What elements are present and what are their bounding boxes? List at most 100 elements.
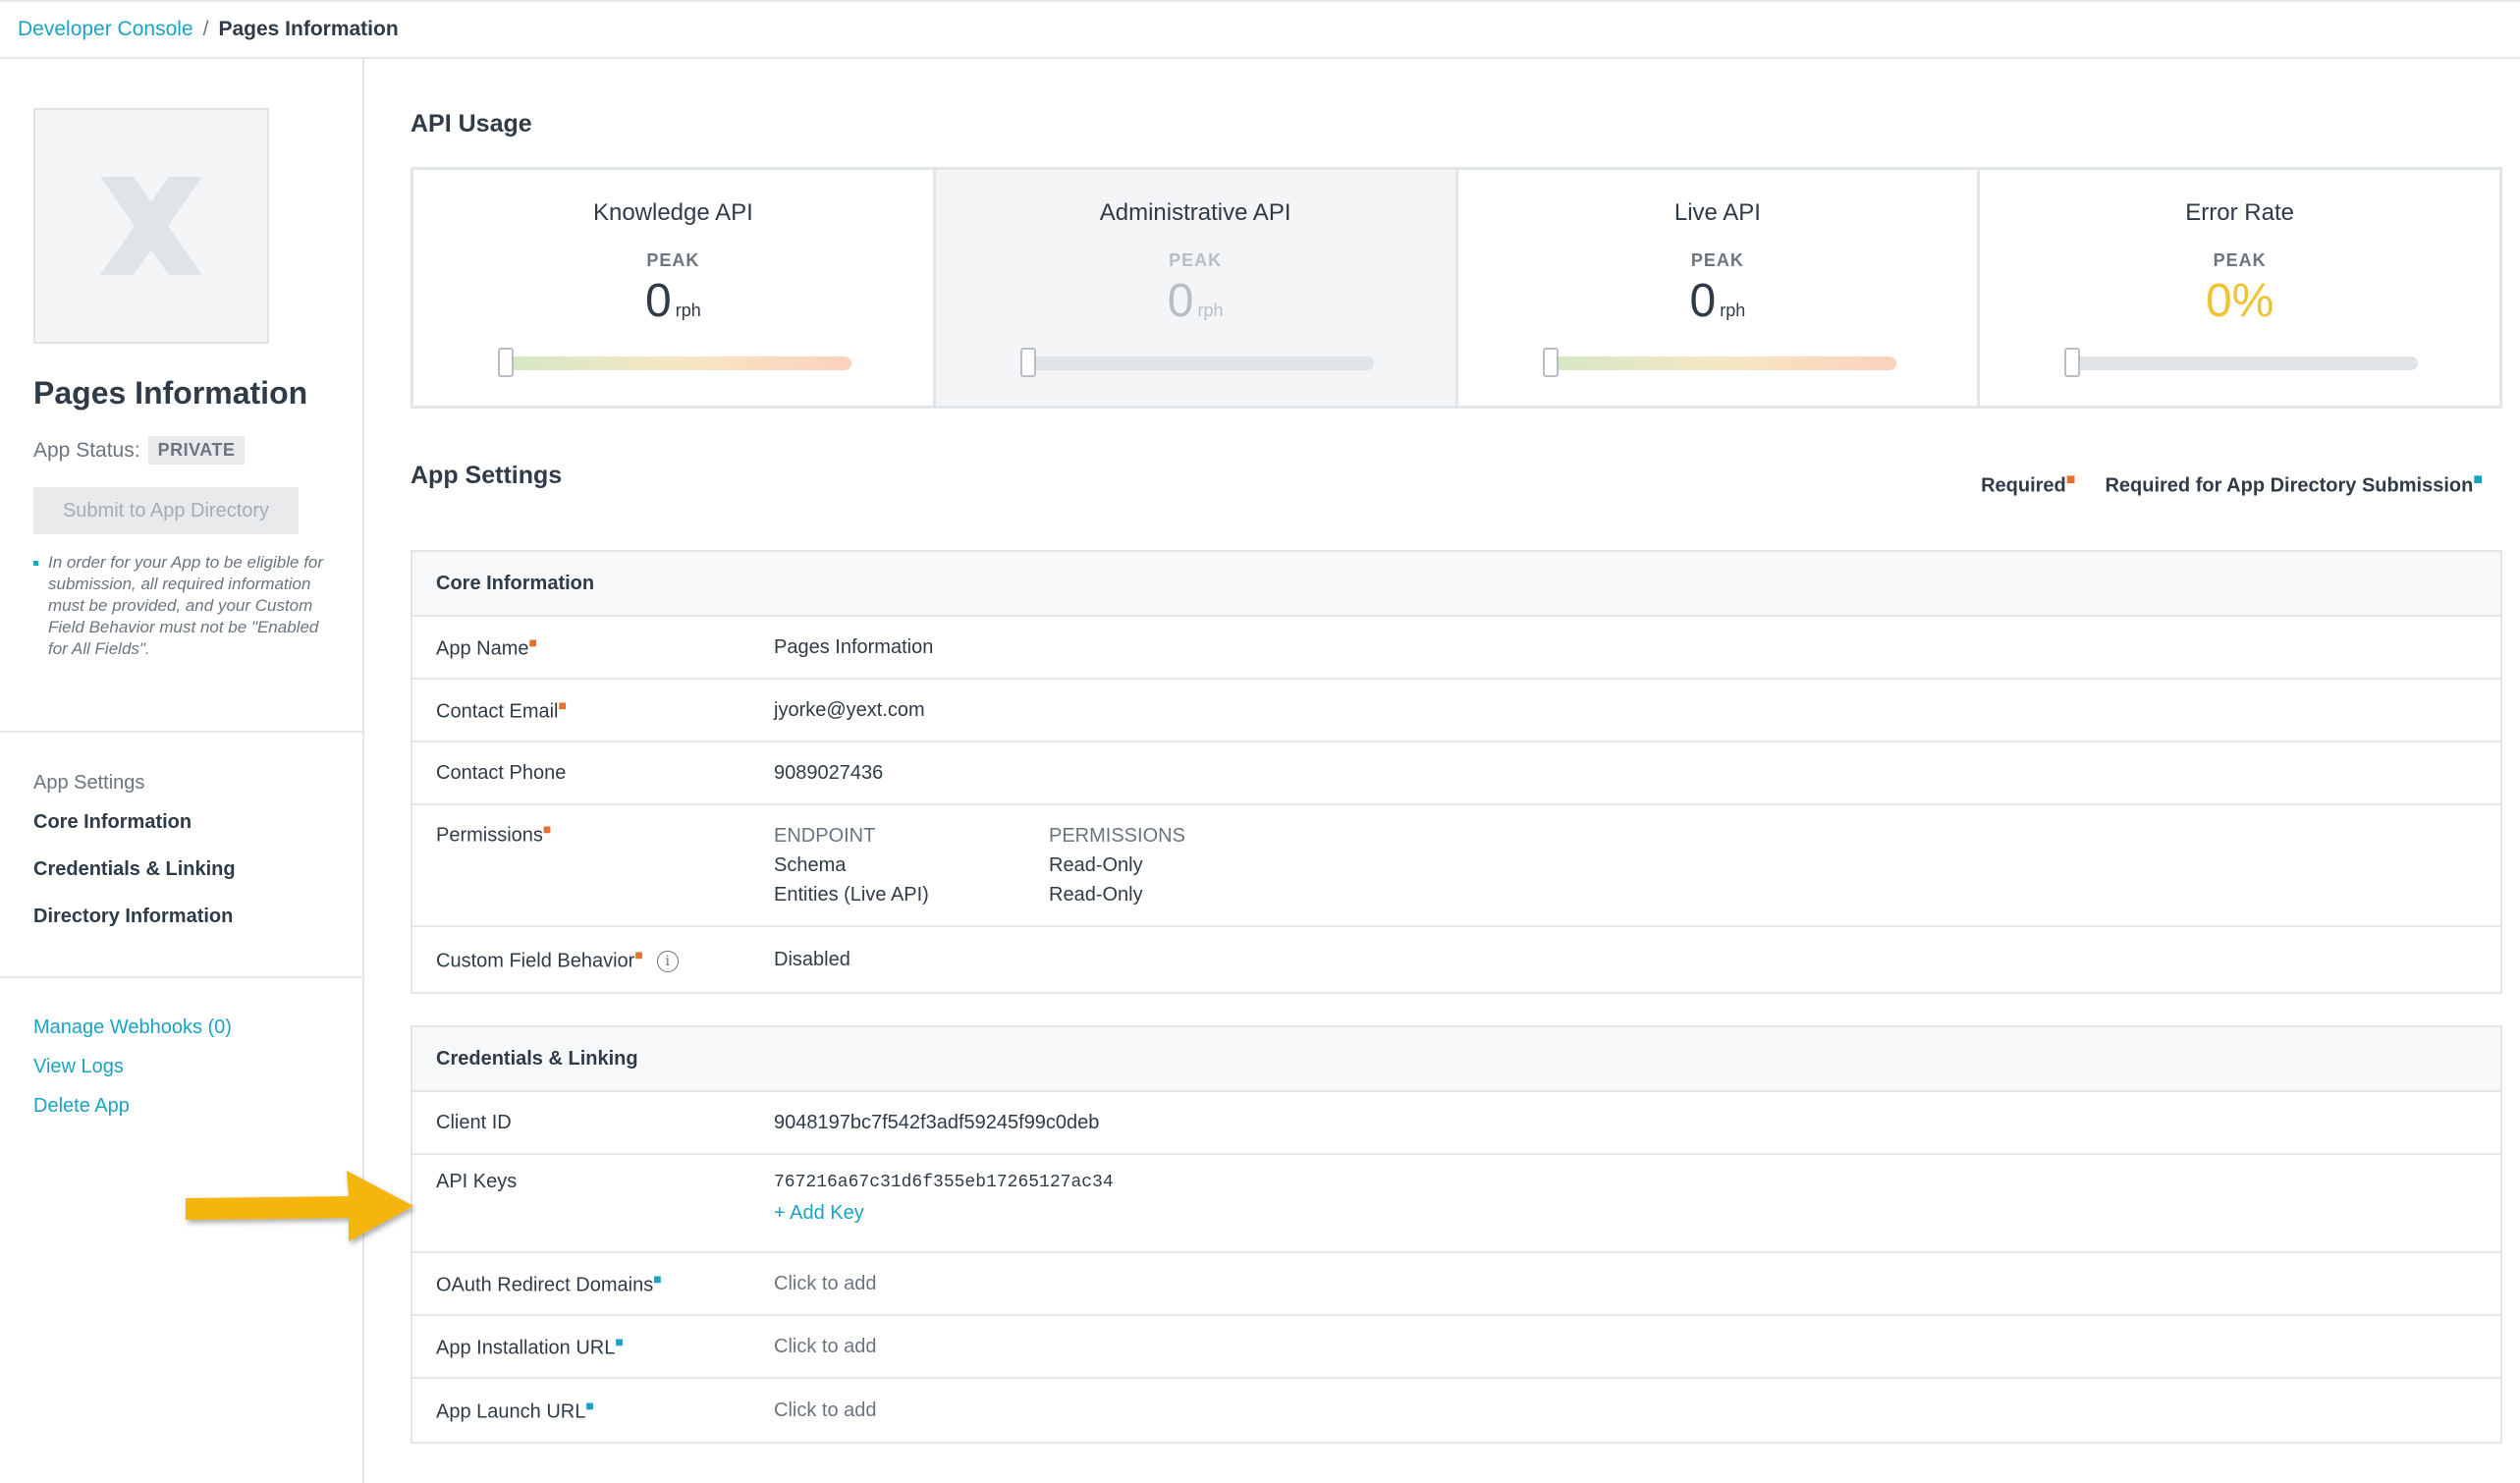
- usage-gauge: [1025, 357, 1374, 370]
- perm-endpoint: Entities (Live API): [774, 884, 929, 906]
- app-logo: [33, 108, 269, 344]
- required-marker-icon: ■: [542, 821, 552, 837]
- submit-to-directory-button[interactable]: Submit to App Directory: [33, 487, 299, 534]
- usage-gauge: [1548, 357, 1896, 370]
- sidebar: Pages Information App Status: PRIVATE Su…: [0, 59, 364, 1483]
- info-icon[interactable]: i: [656, 951, 679, 973]
- sidebar-divider: [0, 731, 364, 733]
- gauge-handle: [1019, 348, 1036, 377]
- table-row[interactable]: App Launch URL■ Click to add: [412, 1379, 2500, 1442]
- usage-value: 0 rph: [1458, 274, 1978, 328]
- usage-knowledge-api[interactable]: Knowledge API PEAK 0 rph: [413, 170, 936, 406]
- installation-url-input[interactable]: Click to add: [774, 1336, 2500, 1358]
- sidebar-item-directory-information[interactable]: Directory Information: [33, 906, 233, 928]
- usage-name: Administrative API: [1099, 199, 1291, 226]
- gauge-handle: [1542, 348, 1559, 377]
- field-label: Client ID: [436, 1111, 512, 1133]
- delete-app-link[interactable]: Delete App: [33, 1095, 130, 1118]
- usage-unit: rph: [1720, 301, 1746, 320]
- perm-level-column: PERMISSIONS Read-Only Read-Only: [1049, 821, 1324, 925]
- table-row[interactable]: Client ID 9048197bc7f542f3adf59245f99c0d…: [412, 1092, 2500, 1155]
- usage-peak-label: PEAK: [2213, 250, 2267, 270]
- required-marker-icon: ■: [634, 946, 643, 962]
- field-label: API Keys: [436, 1171, 518, 1192]
- field-label: OAuth Redirect Domains■: [412, 1271, 774, 1297]
- gauge-handle: [2064, 348, 2081, 377]
- app-status: App Status: PRIVATE: [33, 436, 246, 465]
- field-label-text: App Launch URL: [436, 1401, 586, 1423]
- view-logs-link[interactable]: View Logs: [33, 1056, 124, 1078]
- table-row[interactable]: Permissions■ ENDPOINT Schema Entities (L…: [412, 805, 2500, 927]
- perm-endpoint: Schema: [774, 854, 847, 876]
- contact-phone-value[interactable]: 9089027436: [774, 762, 2500, 785]
- table-row[interactable]: OAuth Redirect Domains■ Click to add: [412, 1253, 2500, 1316]
- sidebar-item-core-information[interactable]: Core Information: [33, 811, 192, 834]
- usage-name: Error Rate: [2185, 199, 2294, 226]
- usage-number: 0: [645, 275, 672, 327]
- usage-peak-label: PEAK: [646, 250, 700, 270]
- directory-marker-icon: ■: [615, 1333, 624, 1349]
- app-name-value[interactable]: Pages Information: [774, 636, 2500, 659]
- field-label-text: Custom Field Behavior: [436, 950, 635, 972]
- api-usage-title: API Usage: [411, 110, 532, 137]
- table-row[interactable]: Custom Field Behavior■ i Disabled: [412, 927, 2500, 992]
- legend-directory-text: Required for App Directory Submission: [2105, 474, 2474, 497]
- usage-error-rate[interactable]: Error Rate PEAK 0%: [1980, 170, 2499, 406]
- client-id-value: 9048197bc7f542f3adf59245f99c0deb: [774, 1111, 1100, 1133]
- status-badge: PRIVATE: [147, 436, 246, 465]
- usage-number: 0: [1689, 275, 1717, 327]
- usage-name: Knowledge API: [592, 199, 753, 226]
- oauth-redirect-input[interactable]: Click to add: [774, 1273, 2500, 1295]
- contact-email-value[interactable]: jyorke@yext.com: [774, 699, 2500, 722]
- app-settings-title: App Settings: [411, 462, 563, 489]
- api-key[interactable]: 767216a67c31d6f355eb17265127ac34: [774, 1173, 2500, 1192]
- table-row[interactable]: Contact Email■ jyorke@yext.com: [412, 680, 2500, 742]
- usage-value: 0 rph: [413, 274, 933, 328]
- table-row[interactable]: App Name■ Pages Information: [412, 617, 2500, 680]
- usage-name: Live API: [1673, 199, 1761, 226]
- gauge-handle: [498, 348, 514, 377]
- launch-url-input[interactable]: Click to add: [774, 1400, 2500, 1422]
- directory-marker-icon: ■: [653, 1270, 662, 1287]
- sidebar-divider: [0, 976, 364, 978]
- breadcrumb-separator: /: [202, 18, 209, 40]
- custom-field-value[interactable]: Disabled: [774, 949, 2500, 971]
- field-label-text: OAuth Redirect Domains: [436, 1274, 654, 1296]
- usage-administrative-api[interactable]: Administrative API PEAK 0 rph: [935, 170, 1458, 406]
- app-status-label: App Status:: [33, 438, 140, 462]
- note-bullet-icon: [33, 561, 38, 566]
- add-key-link[interactable]: + Add Key: [774, 1202, 2500, 1225]
- usage-value: 0%: [2205, 275, 2274, 327]
- directory-marker-icon: ■: [585, 1397, 594, 1413]
- usage-live-api[interactable]: Live API PEAK 0 rph: [1458, 170, 1981, 406]
- perm-endpoint-head: ENDPOINT: [774, 825, 876, 847]
- field-label-text: App Name: [436, 637, 529, 660]
- field-label-text: App Installation URL: [436, 1337, 616, 1359]
- x-logo-icon: [100, 177, 202, 275]
- arrow-annotation-icon: [186, 1171, 413, 1241]
- field-label: App Launch URL■: [412, 1398, 774, 1424]
- required-marker-icon: ■: [528, 633, 537, 650]
- breadcrumb-current: Pages Information: [218, 18, 399, 40]
- field-label: App Installation URL■: [412, 1334, 774, 1360]
- api-usage-panel: Knowledge API PEAK 0 rph Administrative A…: [411, 167, 2502, 409]
- manage-webhooks-link[interactable]: Manage Webhooks (0): [33, 1016, 232, 1039]
- usage-value: 0 rph: [936, 274, 1455, 328]
- breadcrumb-developer-console[interactable]: Developer Console: [18, 18, 193, 41]
- legend-required-text: Required: [1981, 474, 2066, 497]
- sidebar-section-label: App Settings: [33, 772, 145, 794]
- api-keys-value: 767216a67c31d6f355eb17265127ac34 + Add K…: [774, 1171, 2500, 1251]
- usage-number: 0: [1167, 275, 1194, 327]
- table-row[interactable]: Contact Phone 9089027436: [412, 742, 2500, 805]
- usage-unit: rph: [675, 301, 701, 320]
- sidebar-item-credentials-linking[interactable]: Credentials & Linking: [33, 858, 236, 881]
- card-header: Credentials & Linking: [412, 1027, 2500, 1092]
- card-header: Core Information: [412, 552, 2500, 617]
- breadcrumb: Developer Console / Pages Information: [0, 0, 2520, 59]
- submission-note: In order for your App to be eligible for…: [33, 552, 324, 660]
- table-row[interactable]: API Keys 767216a67c31d6f355eb17265127ac3…: [412, 1155, 2500, 1253]
- field-label-text: Contact Email: [436, 700, 559, 723]
- field-label: Permissions■: [412, 821, 774, 925]
- core-information-card: Core Information App Name■ Pages Informa…: [411, 550, 2502, 994]
- table-row[interactable]: App Installation URL■ Click to add: [412, 1316, 2500, 1379]
